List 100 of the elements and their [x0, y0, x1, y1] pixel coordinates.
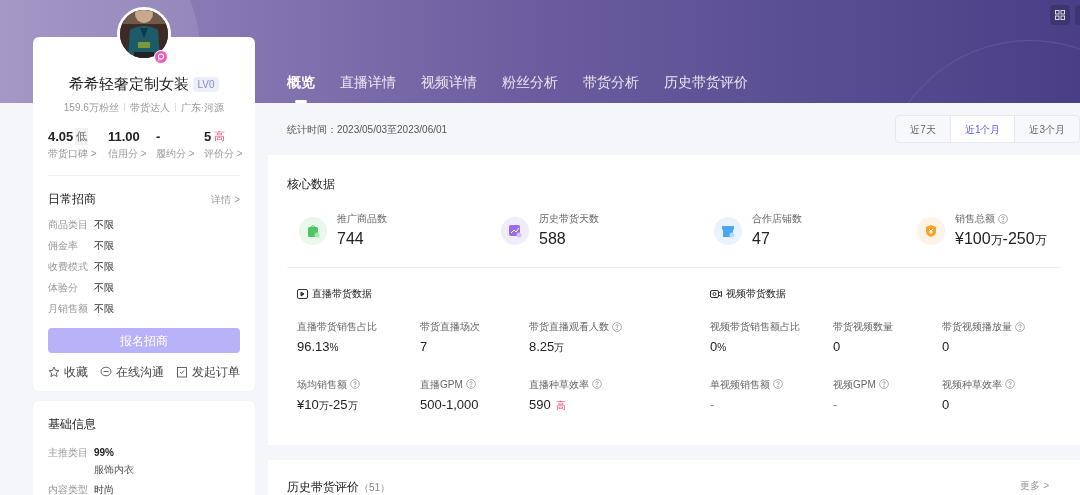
- metric-value: 744: [337, 229, 365, 249]
- period-option[interactable]: 近7天: [896, 116, 950, 142]
- field-label: 商品类目: [48, 218, 89, 232]
- review-count: （51）: [359, 481, 391, 495]
- metric-label: 直播种草效率: [529, 377, 589, 392]
- profile-meta: 广东·河源: [180, 100, 225, 115]
- metric-value: 0: [942, 338, 951, 356]
- stat-period: 统计时间：2023/05/03至2023/06/01: [287, 122, 448, 137]
- play-icon: [297, 288, 308, 299]
- tab[interactable]: 直播详情: [340, 72, 396, 103]
- metric-label: 带货直播场次: [420, 320, 480, 334]
- score-tag: 低: [75, 128, 89, 145]
- metric-label: 视频GPM: [833, 377, 876, 392]
- help-icon[interactable]: [998, 213, 1008, 224]
- help-icon[interactable]: [465, 379, 476, 389]
- tab[interactable]: 视频详情: [421, 72, 477, 103]
- help-icon[interactable]: [592, 379, 602, 389]
- metric-value: 500-1,000: [420, 395, 480, 414]
- metric-label: 销售总额: [955, 212, 995, 226]
- help-icon[interactable]: [1005, 379, 1015, 389]
- metric-value: 47: [752, 229, 771, 249]
- action-link[interactable]: 收藏: [64, 363, 88, 381]
- detail-link[interactable]: 详情 >: [211, 191, 240, 207]
- field-label: 佣金率: [48, 239, 79, 253]
- section-title: 历史带货评价: [287, 479, 359, 495]
- metric-value: 0: [942, 395, 951, 414]
- tab[interactable]: 带货分析: [583, 72, 639, 103]
- field-value: 不限: [94, 239, 114, 253]
- help-icon[interactable]: [773, 379, 783, 389]
- metric-value: ¥10万-25万: [297, 395, 359, 414]
- camera-icon: [710, 288, 722, 299]
- metric-value: -: [710, 395, 716, 414]
- score-value: -: [156, 127, 161, 146]
- field-value: 不限: [94, 302, 114, 316]
- help-icon[interactable]: [1015, 321, 1025, 332]
- field-note: 服饰内衣: [94, 463, 134, 477]
- star-icon: [48, 366, 60, 378]
- chat-icon: [100, 366, 112, 378]
- score-link[interactable]: 评价分 >: [204, 146, 240, 161]
- section-title: 基础信息: [48, 416, 97, 433]
- tab[interactable]: 粉丝分析: [502, 72, 558, 103]
- score-link[interactable]: 带货口碑 >: [48, 146, 96, 161]
- metric-label: 视频带货销售额占比: [710, 320, 800, 334]
- period-option[interactable]: 近1个月: [949, 116, 1015, 142]
- field-label: 主推类目: [48, 446, 89, 460]
- metric-value: 8.25万: [529, 338, 566, 356]
- metric-value: 96.13%: [297, 338, 340, 356]
- shield-coin-icon: [917, 217, 945, 245]
- field-value: 时尚: [94, 483, 114, 495]
- metric-label: 单视频销售额: [710, 377, 770, 392]
- section-title: 核心数据: [287, 176, 336, 193]
- score-link[interactable]: 信用分 >: [108, 146, 144, 161]
- metric-label: 带货视频数量: [833, 320, 893, 334]
- field-value: 不限: [94, 260, 114, 274]
- metric-label: 直播GPM: [420, 377, 463, 392]
- section-title: 日常招商: [48, 191, 96, 208]
- action-link[interactable]: 在线沟通: [116, 363, 164, 381]
- metric-label: 带货直播观看人数: [529, 320, 609, 334]
- subsection-title: 直播带货数据: [312, 287, 372, 301]
- metric-label: 带货视频播放量: [942, 320, 1012, 334]
- qr-grid-icon[interactable]: [1050, 5, 1070, 25]
- score-link[interactable]: 履约分 >: [156, 146, 192, 161]
- shop-icon: [714, 217, 742, 245]
- field-value: 99%: [94, 446, 115, 460]
- trend-icon: [501, 217, 529, 245]
- profile-meta: 带货达人: [129, 100, 170, 115]
- tab[interactable]: 历史带货评价: [664, 72, 748, 103]
- metric-value: 0: [833, 338, 842, 356]
- checklist-icon: [176, 366, 188, 378]
- help-icon[interactable]: [350, 379, 360, 389]
- field-value: 不限: [94, 281, 114, 295]
- field-label: 体验分: [48, 281, 79, 295]
- metric-label: 视频种草效率: [942, 377, 1002, 392]
- tab[interactable]: 概览: [287, 72, 315, 103]
- metric-value: ¥100万-250万: [955, 229, 1047, 249]
- score-value: 4.05: [48, 127, 74, 146]
- profile-name: 希希轻奢定制女装: [69, 74, 190, 94]
- score-value: 11.00: [108, 127, 140, 146]
- metric-value: 7: [420, 338, 429, 356]
- field-label: 内容类型: [48, 483, 89, 495]
- metric-value: -: [833, 395, 839, 414]
- help-icon[interactable]: [612, 321, 622, 332]
- subsection-title: 视频带货数据: [726, 287, 786, 301]
- period-option[interactable]: 近3个月: [1014, 116, 1079, 142]
- score-value: 5: [204, 127, 212, 146]
- metric-label: 推广商品数: [337, 212, 387, 226]
- help-icon[interactable]: [878, 379, 889, 389]
- bag-icon: [299, 217, 327, 245]
- metric-label: 场均销售额: [297, 377, 347, 392]
- metric-value: 588: [539, 229, 567, 249]
- field-label: 收费模式: [48, 260, 89, 274]
- metric-label: 合作店铺数: [752, 212, 802, 226]
- score-tag: 高: [213, 128, 227, 145]
- metric-label: 直播带货销售占比: [297, 320, 377, 334]
- metric-value: 590 高: [529, 395, 567, 414]
- action-link[interactable]: 发起订单: [192, 363, 240, 381]
- more-link[interactable]: 更多 >: [1020, 478, 1049, 493]
- metric-label: 历史带货天数: [539, 212, 599, 226]
- level-badge: LV0: [193, 76, 219, 92]
- field-value: 不限: [94, 218, 114, 232]
